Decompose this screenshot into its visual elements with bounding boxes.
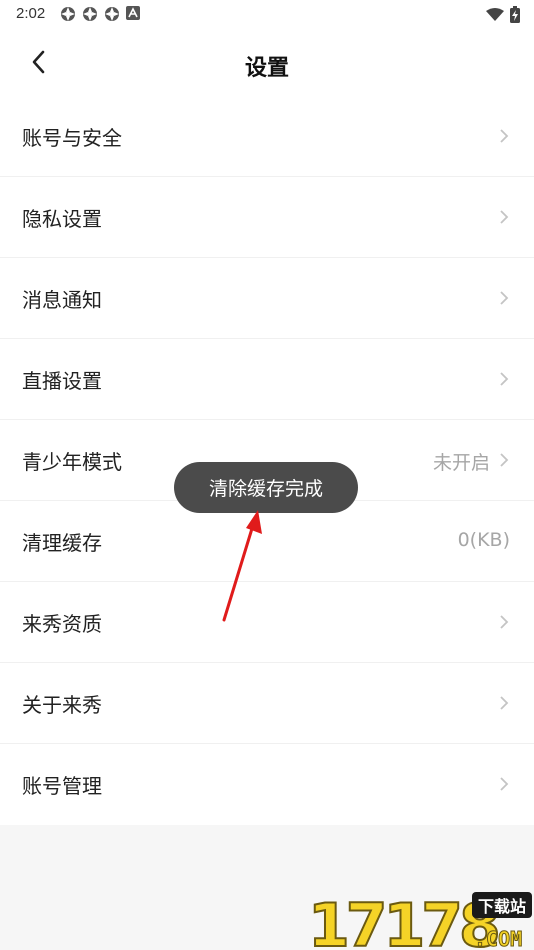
annotation-arrow (222, 510, 262, 622)
settings-item-label: 关于来秀 (22, 693, 102, 717)
settings-item-label: 青少年模式 (22, 450, 122, 474)
notification-icon (83, 7, 97, 21)
settings-item-label: 账号与安全 (22, 126, 122, 150)
chevron-right-icon (500, 777, 509, 791)
settings-item-label: 隐私设置 (22, 207, 102, 231)
settings-item-account-management[interactable]: 账号管理 (0, 744, 534, 825)
chevron-right-icon (500, 453, 509, 467)
settings-item-account-security[interactable]: 账号与安全 (0, 96, 534, 177)
watermark-domain: .COM (474, 927, 522, 950)
settings-item-privacy[interactable]: 隐私设置 (0, 177, 534, 258)
app-header: 设置 (0, 28, 534, 96)
settings-item-live-settings[interactable]: 直播设置 (0, 339, 534, 420)
settings-item-label: 账号管理 (22, 774, 102, 798)
chevron-right-icon (500, 615, 509, 629)
settings-list: 账号与安全 隐私设置 消息通知 直播设置 青少年模式 未开启 清理缓存 0(KB… (0, 96, 534, 825)
watermark-number: 17178 (308, 891, 498, 950)
status-time: 2:02 (16, 5, 46, 22)
settings-item-label: 直播设置 (22, 369, 102, 393)
settings-item-notifications[interactable]: 消息通知 (0, 258, 534, 339)
status-right-icons (486, 6, 520, 23)
chevron-right-icon (500, 696, 509, 710)
chevron-right-icon (500, 372, 509, 386)
settings-item-label: 清理缓存 (22, 531, 102, 555)
chevron-right-icon (500, 129, 509, 143)
notification-icon (105, 7, 119, 21)
a-icon (126, 6, 140, 20)
status-notification-icons (60, 6, 140, 22)
notification-icon (61, 7, 75, 21)
chevron-right-icon (500, 210, 509, 224)
settings-item-about[interactable]: 关于来秀 (0, 663, 534, 744)
toast-message: 清除缓存完成 (174, 462, 358, 513)
watermark-badge: 下载站 (478, 897, 526, 916)
settings-item-label: 消息通知 (22, 288, 102, 312)
cache-size-value: 0(KB) (457, 529, 510, 551)
battery-charging-icon (510, 6, 520, 23)
settings-item-value: 未开启 (432, 452, 490, 474)
watermark-logo: 17178 下载站 .COM (307, 890, 532, 950)
wifi-icon (486, 7, 504, 21)
settings-item-label: 来秀资质 (22, 612, 102, 636)
page-title: 设置 (244, 56, 289, 81)
status-bar: 2:02 (0, 0, 534, 28)
chevron-right-icon (500, 291, 509, 305)
